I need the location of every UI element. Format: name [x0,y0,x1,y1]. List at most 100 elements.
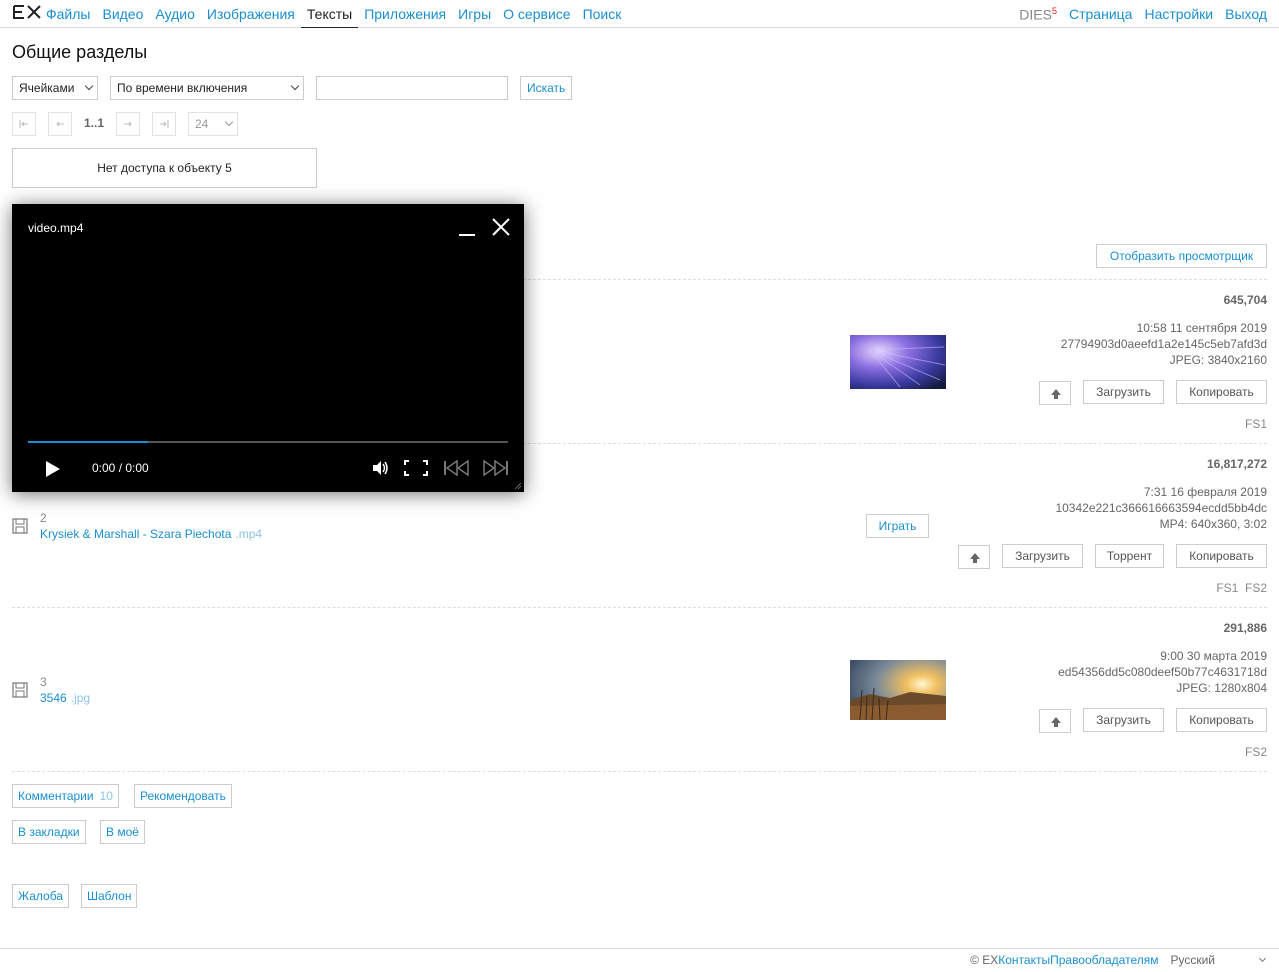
nav-about[interactable]: О сервисе [497,0,576,28]
skip-forward-icon[interactable] [483,460,509,476]
save-icon[interactable] [12,518,28,534]
item-size: 645,704 [1223,293,1267,307]
item-meta: 10:58 11 сентября 2019 27794903d0aeefd1a… [1061,320,1267,368]
item-ext: .jpg [70,691,91,705]
torrent-button[interactable]: Торрент [1095,544,1164,568]
item-date: 9:00 30 марта 2019 [1160,649,1267,663]
chevron-down-icon [290,81,300,91]
per-page-select[interactable]: 24 [188,112,238,136]
nav-games[interactable]: Игры [452,0,497,28]
footer-rightholders[interactable]: Правообладателям [1050,953,1158,967]
per-page-value: 24 [195,117,209,131]
nav-page[interactable]: Страница [1063,0,1138,28]
item-size: 16,817,272 [1206,457,1267,471]
fullscreen-icon[interactable] [404,460,428,476]
item-info: MP4: 640x360, 3:02 [1159,517,1267,531]
view-select[interactable]: Ячейками [12,76,98,100]
search-button[interactable]: Искать [520,76,572,100]
add-to-mine-button[interactable]: В моё [100,820,145,844]
item-name[interactable]: 3546 [40,691,67,705]
chevron-down-icon [84,81,94,91]
no-access-box: Нет доступа к объекту 5 [12,148,317,188]
page-title: Общие разделы [12,42,148,62]
progress-bar[interactable] [28,441,508,443]
bookmark-button[interactable]: В закладки [12,820,86,844]
top-nav: Файлы Видео Аудио Изображения Тексты При… [0,0,1279,28]
chevron-down-icon [1258,954,1267,963]
nav-search[interactable]: Поиск [577,0,628,28]
nav-audio[interactable]: Аудио [149,0,201,28]
upload-icon-button[interactable] [958,545,990,569]
comments-button[interactable]: Комментарии 10 [12,784,119,808]
volume-icon[interactable] [371,459,389,477]
download-button[interactable]: Загрузить [1002,544,1083,568]
play-button[interactable]: Играть [866,514,929,538]
copy-button[interactable]: Копировать [1176,708,1267,732]
item-info: JPEG: 3840x2160 [1169,353,1267,367]
thumbnail-image[interactable] [850,660,946,720]
progress-fill [28,441,148,443]
resize-handle-icon[interactable] [514,482,522,490]
item-name-link[interactable]: Krysiek & Marshall - Szara Piechota .mp4 [40,527,262,541]
fs-label: FS2 [1244,745,1267,759]
nav-settings[interactable]: Настройки [1138,0,1219,28]
time-display: 0:00 / 0:00 [92,461,149,475]
template-button[interactable]: Шаблон [81,884,138,908]
next-page-button[interactable] [116,112,140,136]
skip-back-icon[interactable] [443,460,469,476]
last-page-button[interactable] [152,112,176,136]
upload-icon-button[interactable] [1039,381,1071,405]
copy-button[interactable]: Копировать [1176,544,1267,568]
user-name[interactable]: DIES5 [1013,0,1063,28]
logo[interactable] [12,4,42,20]
search-input[interactable] [316,76,508,100]
nav-video[interactable]: Видео [96,0,149,28]
copy-button[interactable]: Копировать [1176,380,1267,404]
nav-files[interactable]: Файлы [40,0,96,28]
item-ext: .mp4 [235,527,263,541]
recommend-button[interactable]: Рекомендовать [134,784,232,808]
minimize-icon[interactable] [459,234,475,236]
view-select-value: Ячейками [19,81,75,95]
item-hash: 27794903d0aeefd1a2e145c5eb7afd3d [1060,337,1267,351]
divider [12,771,1267,772]
arrow-left-icon [56,121,64,127]
item-meta: 7:31 16 февраля 2019 10342e221c366616663… [1055,484,1267,532]
upload-icon-button[interactable] [1039,709,1071,733]
chevron-down-icon [224,117,234,127]
first-page-icon [19,120,28,128]
item-size: 291,886 [1223,621,1267,635]
comments-label: Комментарии [18,789,94,803]
item-number: 3 [40,675,47,689]
comments-count: 10 [99,789,113,803]
video-player[interactable]: video.mp4 0:00 / 0:00 [12,204,524,492]
nav-images[interactable]: Изображения [201,0,301,28]
download-button[interactable]: Загрузить [1083,708,1164,732]
footer-contacts[interactable]: Контакты [998,953,1050,967]
fs-label: FS1 FS2 [1216,581,1267,595]
item-name-link[interactable]: 3546 .jpg [40,691,90,705]
sort-select[interactable]: По времени включения [110,76,304,100]
prev-page-button[interactable] [48,112,72,136]
language-select[interactable]: Русский [1170,953,1215,967]
player-title: video.mp4 [28,221,84,235]
item-hash: ed54356dd5c080deef50b77c4631718d [1058,665,1267,679]
close-icon[interactable] [492,218,510,236]
footer-copyright: © EX [970,953,999,967]
arrow-right-icon [124,121,132,127]
first-page-button[interactable] [12,112,36,136]
save-icon[interactable] [12,682,28,698]
thumbnail-image[interactable] [850,335,946,389]
nav-logout[interactable]: Выход [1219,0,1273,28]
report-button[interactable]: Жалоба [12,884,69,908]
play-icon[interactable] [46,461,60,477]
download-button[interactable]: Загрузить [1083,380,1164,404]
fs-label: FS1 [1244,417,1267,431]
item-number: 2 [40,511,47,525]
sort-select-value: По времени включения [117,81,248,95]
nav-texts[interactable]: Тексты [300,0,359,28]
divider [12,607,1267,608]
show-viewer-button[interactable]: Отобразить просмотрщик [1096,244,1267,268]
item-name[interactable]: Krysiek & Marshall - Szara Piechota [40,527,231,541]
nav-apps[interactable]: Приложения [358,0,452,28]
